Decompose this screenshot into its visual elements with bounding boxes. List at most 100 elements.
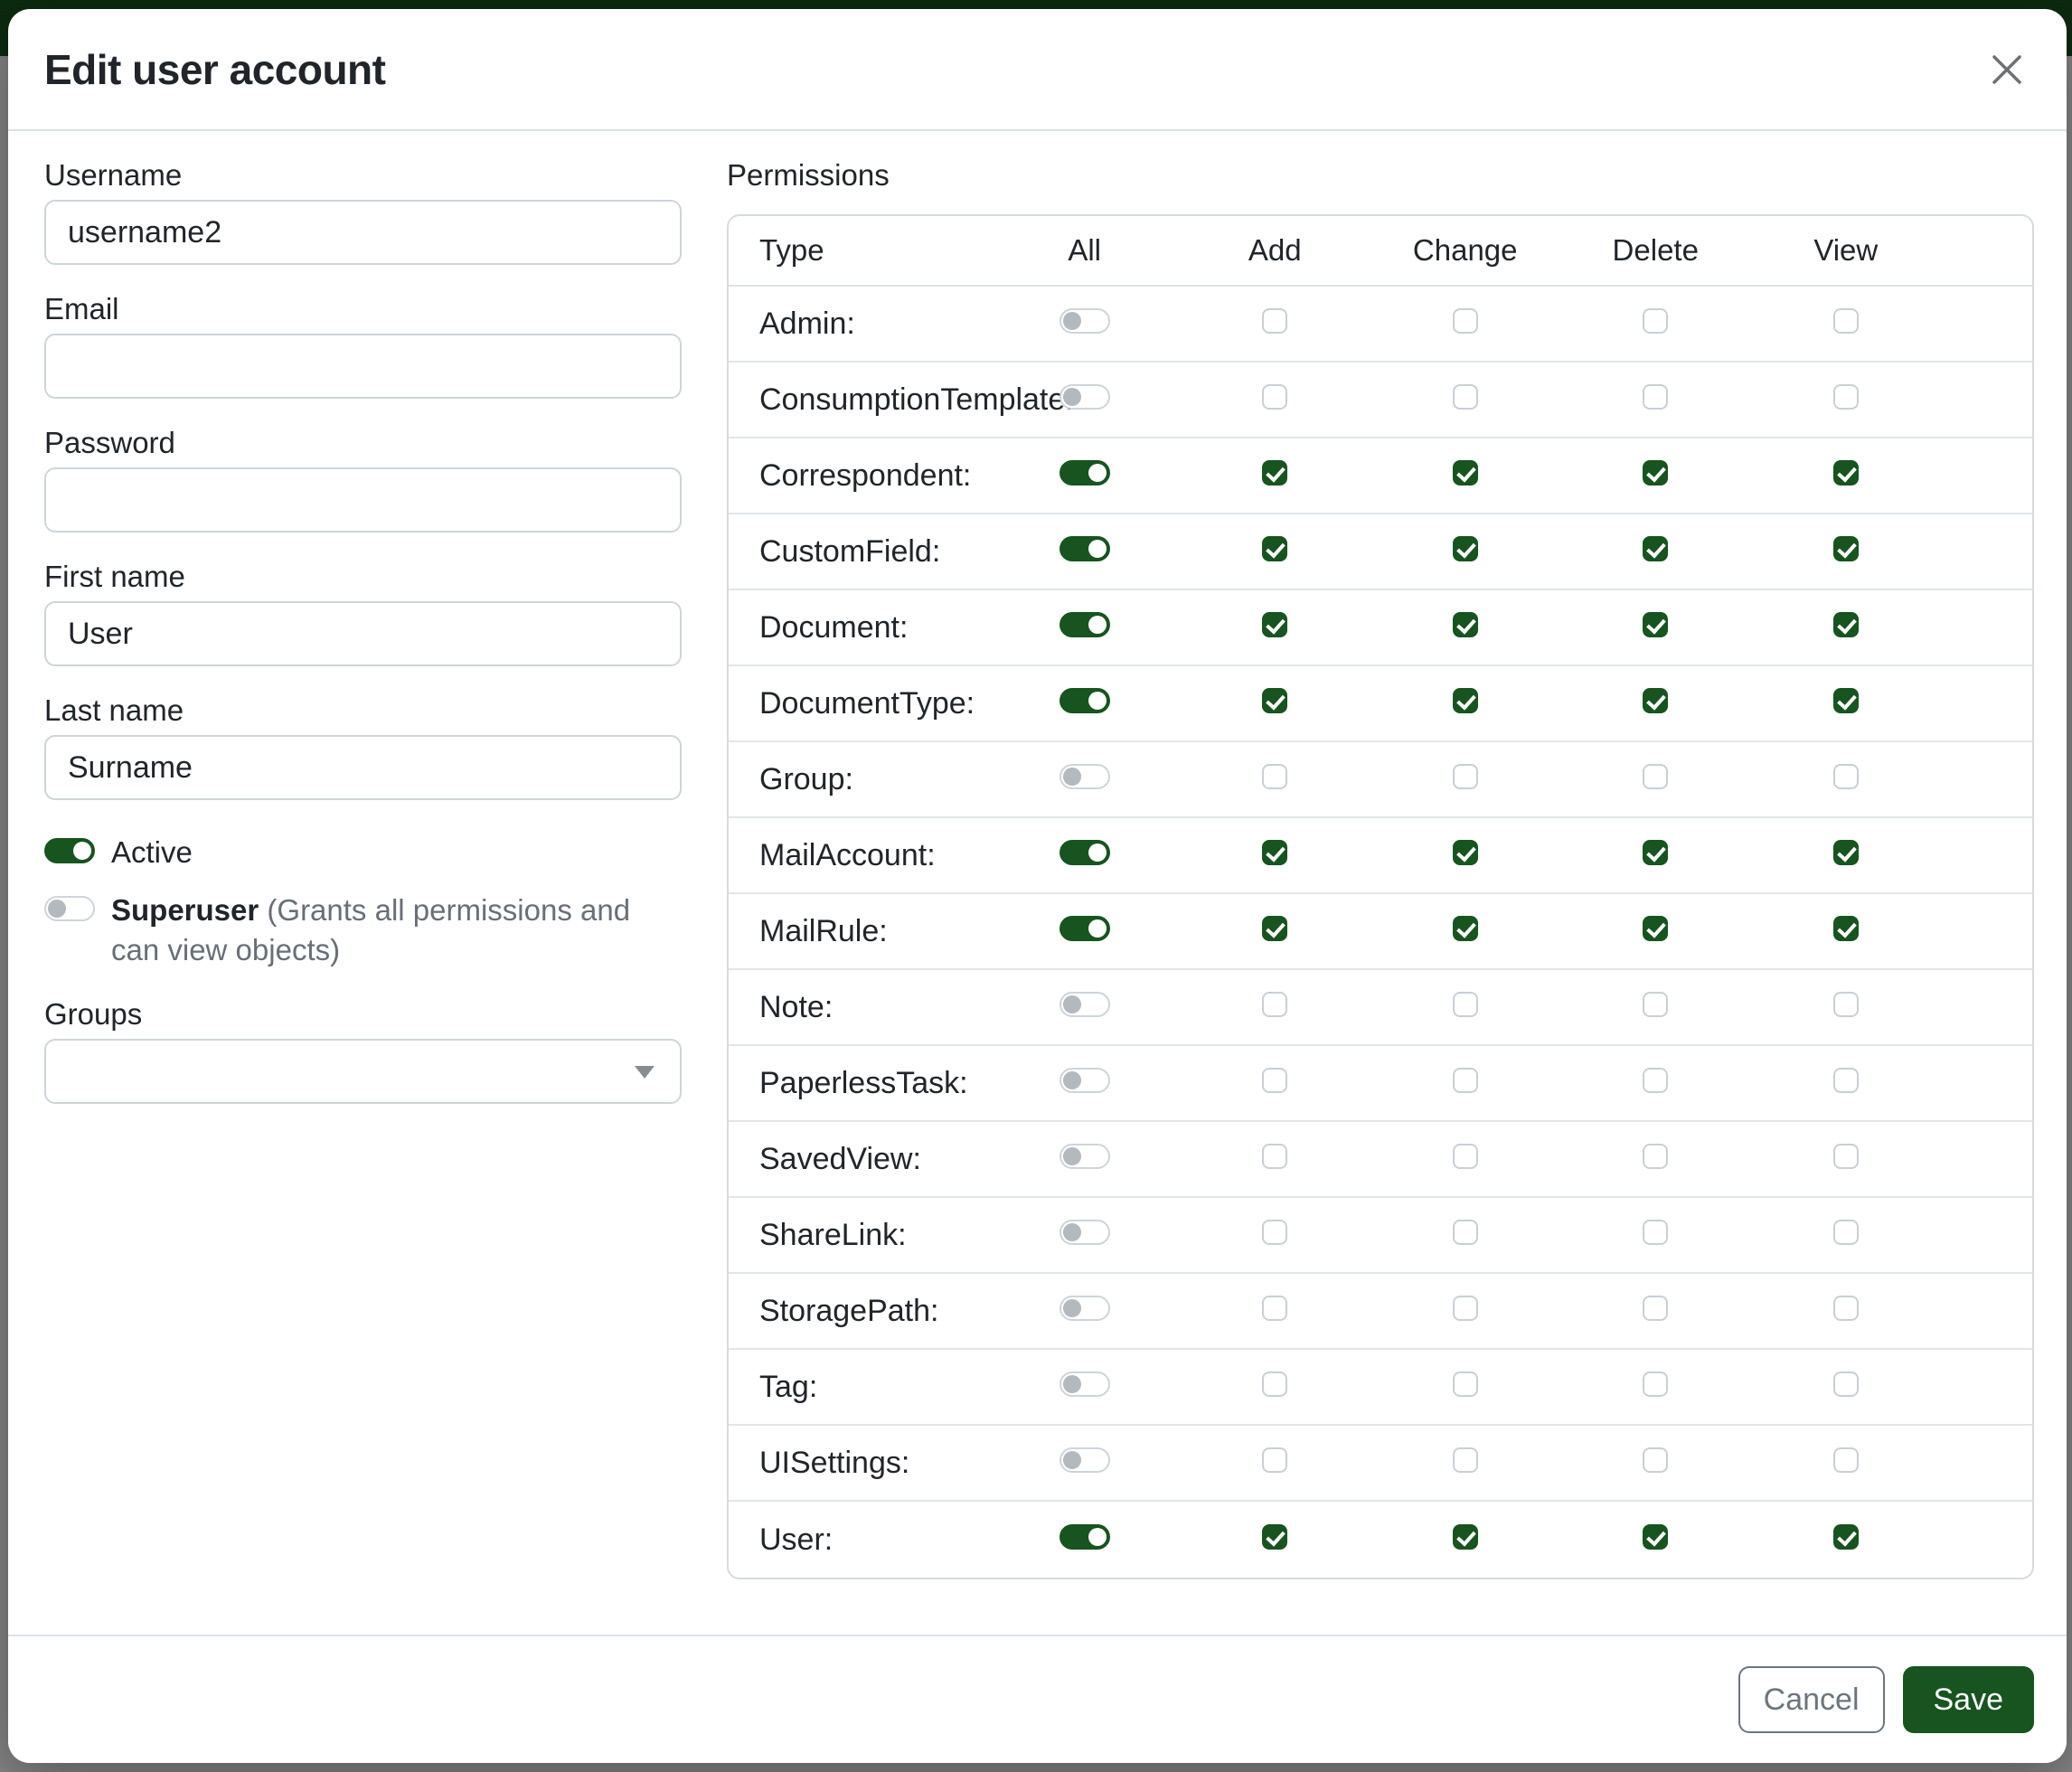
perm-all-toggle[interactable] (1060, 460, 1110, 485)
perm-all-toggle[interactable] (1060, 612, 1110, 637)
perm-add-checkbox[interactable] (1262, 992, 1287, 1017)
perm-add-checkbox[interactable] (1262, 1144, 1287, 1169)
perm-all-toggle[interactable] (1060, 1524, 1110, 1550)
perm-view-checkbox[interactable] (1833, 1296, 1859, 1321)
perm-add-checkbox[interactable] (1262, 1068, 1287, 1093)
perm-add-checkbox[interactable] (1262, 840, 1287, 865)
perm-delete-checkbox[interactable] (1643, 764, 1668, 789)
perm-change-checkbox[interactable] (1453, 1371, 1478, 1397)
perm-change-checkbox[interactable] (1453, 764, 1478, 789)
perm-add-checkbox[interactable] (1262, 460, 1287, 485)
perm-all-toggle[interactable] (1060, 1068, 1110, 1093)
perm-view-checkbox[interactable] (1833, 612, 1859, 637)
perm-add-checkbox[interactable] (1262, 764, 1287, 789)
perm-change-checkbox[interactable] (1453, 992, 1478, 1017)
perm-view-checkbox[interactable] (1833, 840, 1859, 865)
perm-all-toggle[interactable] (1060, 688, 1110, 713)
perm-all-toggle[interactable] (1060, 840, 1110, 865)
username-input[interactable] (44, 200, 682, 265)
perm-add-checkbox[interactable] (1262, 612, 1287, 637)
perm-all-toggle[interactable] (1060, 916, 1110, 941)
perm-view-checkbox[interactable] (1833, 992, 1859, 1017)
last-name-input[interactable] (44, 735, 682, 800)
perm-delete-checkbox[interactable] (1643, 840, 1668, 865)
permission-row: ShareLink: (729, 1198, 2032, 1274)
perm-view-checkbox[interactable] (1833, 384, 1859, 410)
close-button[interactable] (1980, 42, 2034, 97)
perm-all-toggle[interactable] (1060, 1447, 1110, 1473)
perm-delete-checkbox[interactable] (1643, 916, 1668, 941)
save-button[interactable]: Save (1903, 1666, 2035, 1733)
perm-view-checkbox[interactable] (1833, 1371, 1859, 1397)
perm-add-checkbox[interactable] (1262, 1371, 1287, 1397)
perm-all-toggle[interactable] (1060, 308, 1110, 334)
permissions-column-header: Change (1370, 216, 1560, 287)
perm-change-checkbox[interactable] (1453, 384, 1478, 410)
perm-change-checkbox[interactable] (1453, 688, 1478, 713)
email-input[interactable] (44, 334, 682, 399)
perm-view-checkbox[interactable] (1833, 764, 1859, 789)
perm-change-checkbox[interactable] (1453, 1447, 1478, 1473)
perm-delete-checkbox[interactable] (1643, 612, 1668, 637)
perm-add-checkbox[interactable] (1262, 1296, 1287, 1321)
perm-view-checkbox[interactable] (1833, 536, 1859, 561)
perm-delete-checkbox[interactable] (1643, 1068, 1668, 1093)
perm-change-checkbox[interactable] (1453, 1220, 1478, 1245)
perm-change-checkbox[interactable] (1453, 612, 1478, 637)
perm-view-checkbox[interactable] (1833, 1220, 1859, 1245)
perm-add-checkbox[interactable] (1262, 688, 1287, 713)
perm-delete-checkbox[interactable] (1643, 688, 1668, 713)
perm-delete-checkbox[interactable] (1643, 1220, 1668, 1245)
active-toggle[interactable] (44, 838, 95, 863)
perm-delete-checkbox[interactable] (1643, 992, 1668, 1017)
perm-delete-checkbox[interactable] (1643, 536, 1668, 561)
perm-delete-checkbox[interactable] (1643, 1296, 1668, 1321)
first-name-input[interactable] (44, 601, 682, 666)
permissions-table: TypeAllAddChangeDeleteView Admin:Consump… (727, 214, 2034, 1579)
perm-delete-checkbox[interactable] (1643, 1144, 1668, 1169)
superuser-toggle[interactable] (44, 896, 95, 921)
perm-change-checkbox[interactable] (1453, 536, 1478, 561)
perm-change-checkbox[interactable] (1453, 1068, 1478, 1093)
perm-all-toggle[interactable] (1060, 536, 1110, 561)
perm-view-checkbox[interactable] (1833, 460, 1859, 485)
perm-view-checkbox[interactable] (1833, 916, 1859, 941)
perm-change-checkbox[interactable] (1453, 840, 1478, 865)
perm-view-checkbox[interactable] (1833, 1447, 1859, 1473)
perm-all-toggle[interactable] (1060, 1144, 1110, 1169)
perm-view-checkbox[interactable] (1833, 308, 1859, 334)
perm-add-checkbox[interactable] (1262, 1447, 1287, 1473)
perm-change-checkbox[interactable] (1453, 460, 1478, 485)
row-filler-cell (1941, 742, 2032, 818)
perm-add-checkbox[interactable] (1262, 1220, 1287, 1245)
perm-delete-checkbox[interactable] (1643, 1524, 1668, 1550)
perm-change-checkbox[interactable] (1453, 1144, 1478, 1169)
perm-change-checkbox[interactable] (1453, 308, 1478, 334)
perm-add-checkbox[interactable] (1262, 1524, 1287, 1550)
cancel-button[interactable]: Cancel (1738, 1666, 1885, 1733)
perm-delete-checkbox[interactable] (1643, 308, 1668, 334)
perm-add-checkbox[interactable] (1262, 308, 1287, 334)
perm-view-checkbox[interactable] (1833, 688, 1859, 713)
perm-change-checkbox[interactable] (1453, 1296, 1478, 1321)
perm-all-toggle[interactable] (1060, 384, 1110, 410)
perm-all-toggle[interactable] (1060, 1371, 1110, 1397)
perm-add-checkbox[interactable] (1262, 916, 1287, 941)
perm-all-toggle[interactable] (1060, 1220, 1110, 1245)
perm-all-toggle[interactable] (1060, 1296, 1110, 1321)
perm-all-toggle[interactable] (1060, 764, 1110, 789)
perm-view-checkbox[interactable] (1833, 1144, 1859, 1169)
perm-view-checkbox[interactable] (1833, 1524, 1859, 1550)
perm-add-checkbox[interactable] (1262, 536, 1287, 561)
perm-delete-checkbox[interactable] (1643, 1371, 1668, 1397)
perm-all-toggle[interactable] (1060, 992, 1110, 1017)
perm-delete-checkbox[interactable] (1643, 460, 1668, 485)
perm-change-checkbox[interactable] (1453, 1524, 1478, 1550)
perm-view-checkbox[interactable] (1833, 1068, 1859, 1093)
perm-delete-checkbox[interactable] (1643, 1447, 1668, 1473)
password-input[interactable] (44, 467, 682, 533)
perm-change-checkbox[interactable] (1453, 916, 1478, 941)
groups-select[interactable] (44, 1039, 682, 1104)
perm-add-checkbox[interactable] (1262, 384, 1287, 410)
perm-delete-checkbox[interactable] (1643, 384, 1668, 410)
